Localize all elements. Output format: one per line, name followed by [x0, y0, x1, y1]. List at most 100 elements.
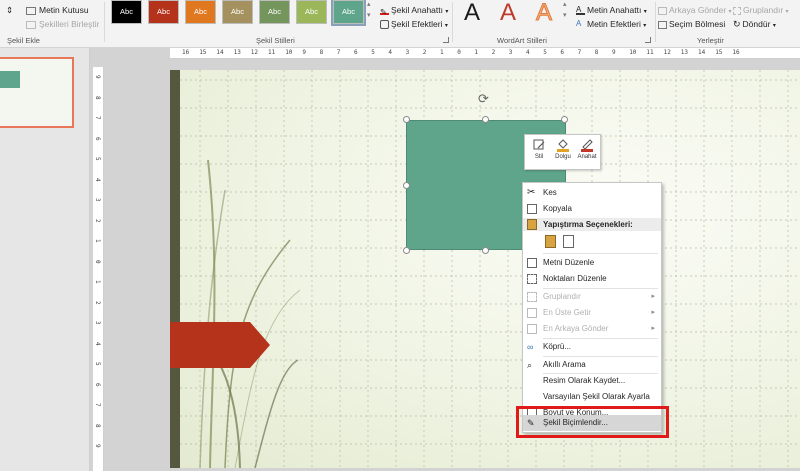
ruler-tick-label: 16: [182, 49, 190, 56]
send-backward-button[interactable]: Arkaya Gönder ▾: [658, 4, 732, 16]
menu-item-label: Gruplandır: [543, 292, 581, 301]
horizontal-ruler: 16 15 14 13 12 11 10 9 8 7 6 5 4 3 2 1 0 1 2 3 4 5 6 7 8 9 10 11 12 1…: [170, 48, 800, 59]
menu-item-label: Varsayılan Şekil Olarak Ayarla: [543, 392, 650, 401]
ruler-tick-label: 5: [94, 157, 101, 161]
ruler-tick-label: 2: [94, 300, 101, 305]
text-box-label: Metin Kutusu: [39, 5, 89, 15]
ruler-tick-label: 1: [440, 49, 444, 56]
paste-options-header: Yapıştırma Seçenekleri:: [523, 218, 661, 231]
shape-style-swatch[interactable]: Abc: [185, 0, 216, 24]
ruler-tick-label: 7: [336, 49, 341, 56]
text-outline-button[interactable]: A Metin Anahattı ▾: [576, 4, 647, 16]
ruler-tick-label: 9: [94, 444, 101, 448]
text-box-button[interactable]: Metin Kutusu: [26, 4, 89, 16]
shape-style-swatch[interactable]: Abc: [111, 0, 142, 24]
menu-item-edit-points[interactable]: Noktaları Düzenle: [523, 271, 661, 287]
shape-style-swatch[interactable]: Abc: [222, 0, 253, 24]
ruler-tick-label: 6: [354, 49, 358, 56]
merge-shapes-button[interactable]: Şekilleri Birleştir: [26, 18, 99, 30]
fill-button[interactable]: Dolgu: [551, 138, 575, 168]
selection-pane-button[interactable]: Seçim Bölmesi: [658, 18, 725, 30]
ruler-tick-label: 7: [94, 116, 101, 120]
ruler-tick-label: 1: [474, 49, 479, 56]
paste-icon: [527, 219, 537, 230]
menu-item-save-as-picture[interactable]: Resim Olarak Kaydet...: [523, 373, 661, 389]
paste-option-picture-button[interactable]: [562, 234, 576, 250]
resize-handle[interactable]: [403, 182, 410, 189]
shape-style-swatch[interactable]: Abc: [259, 0, 290, 24]
menu-item-edit-text[interactable]: Metni Düzenle: [523, 255, 661, 271]
outline-pen-icon: [581, 139, 593, 152]
menu-item-label: En Üste Getir: [543, 308, 592, 317]
wordart-gallery-more-icon[interactable]: ▾: [563, 10, 567, 22]
slide-arrow-shape[interactable]: [170, 322, 272, 368]
wordart-style-black[interactable]: A: [464, 0, 480, 26]
send-to-back-icon: [527, 324, 537, 334]
text-box-icon: [26, 6, 36, 15]
menu-item-group[interactable]: Gruplandır ▸: [523, 289, 661, 305]
resize-handle[interactable]: [482, 116, 489, 123]
menu-item-smart-lookup[interactable]: ⌕ Akıllı Arama: [523, 357, 661, 373]
insert-shapes-group-label: Şekil Ekle: [7, 36, 40, 45]
group-icon: [733, 6, 741, 15]
style-button[interactable]: Stil: [527, 138, 551, 168]
resize-handle[interactable]: [561, 116, 568, 123]
gallery-more-icon[interactable]: ▾: [367, 10, 371, 22]
rotate-label: Döndür: [742, 19, 771, 29]
send-backward-icon: [658, 6, 667, 15]
ruler-tick-label: 10: [285, 49, 293, 56]
ruler-tick-label: 12: [250, 49, 259, 56]
ruler-tick-label: 5: [371, 49, 375, 56]
shape-effects-button[interactable]: Şekil Efektleri ▾: [380, 18, 448, 30]
text-outline-icon: A: [576, 6, 585, 16]
shape-outline-button[interactable]: ✎ Şekil Anahattı ▾: [380, 4, 448, 17]
chevron-down-icon: ▾: [728, 9, 732, 15]
slide-accent-bar: [170, 70, 180, 468]
ruler-tick-label: 8: [94, 95, 101, 100]
resize-handle[interactable]: [403, 116, 410, 123]
wordart-group-label: WordArt Stilleri: [497, 36, 547, 45]
resize-handle[interactable]: [482, 247, 489, 254]
resize-handle[interactable]: [403, 247, 410, 254]
menu-item-set-default-shape[interactable]: Varsayılan Şekil Olarak Ayarla: [523, 389, 661, 405]
paste-picture-icon: [563, 235, 574, 248]
outline-button[interactable]: Anahat: [575, 138, 599, 168]
shapes-scroll-icon[interactable]: ⇕: [6, 4, 13, 16]
ruler-tick-label: 1: [94, 280, 101, 284]
ruler-tick-label: 12: [663, 49, 671, 56]
group-label: Gruplandır: [743, 5, 784, 15]
submenu-arrow-icon: ▸: [651, 309, 655, 316]
shape-styles-launcher-icon[interactable]: [443, 37, 449, 43]
paste-options-label: Yapıştırma Seçenekleri:: [543, 220, 633, 229]
fill-bucket-icon: [557, 139, 569, 152]
ruler-tick-label: 4: [526, 49, 530, 56]
bring-to-front-icon: [527, 308, 537, 318]
ribbon-separator: [452, 2, 453, 42]
ruler-tick-label: 3: [508, 49, 513, 56]
group-button[interactable]: Gruplandır ▾: [733, 4, 789, 16]
rotation-handle-icon[interactable]: ⟳: [478, 92, 492, 106]
menu-item-cut[interactable]: ✂ Kes: [523, 185, 661, 201]
shape-style-swatch[interactable]: Abc: [331, 0, 366, 26]
wordart-launcher-icon[interactable]: [645, 37, 651, 43]
style-label: Stil: [534, 154, 544, 160]
shape-style-swatch[interactable]: Abc: [148, 0, 179, 24]
copy-icon: [527, 204, 537, 214]
wordart-style-orange-outline[interactable]: A: [535, 0, 552, 26]
text-effects-label: Metin Efektleri: [587, 19, 641, 29]
wordart-style-red[interactable]: A: [500, 0, 516, 26]
ruler-tick-label: 2: [94, 218, 101, 223]
menu-item-copy[interactable]: Kopyala: [523, 201, 661, 217]
menu-item-send-to-back[interactable]: En Arkaya Gönder ▸: [523, 321, 661, 337]
menu-item-bring-to-front[interactable]: En Üste Getir ▸: [523, 305, 661, 321]
shape-style-swatch[interactable]: Abc: [296, 0, 327, 24]
submenu-arrow-icon: ▸: [651, 325, 655, 332]
ruler-tick-label: 14: [698, 49, 706, 56]
paste-option-keep-source-button[interactable]: [544, 234, 558, 250]
rotate-button[interactable]: ↻ Döndür ▾: [733, 18, 776, 30]
ruler-tick-label: 14: [216, 49, 224, 56]
text-effects-button[interactable]: A Metin Efektleri ▾: [576, 18, 646, 30]
slide-thumbnail[interactable]: [0, 57, 74, 128]
menu-item-hyperlink[interactable]: ∞ Köprü...: [523, 339, 661, 355]
vertical-ruler: 9 8 7 6 5 4 3 2 1 0 1 2 3 4 5 6 7 8 9: [93, 67, 104, 471]
